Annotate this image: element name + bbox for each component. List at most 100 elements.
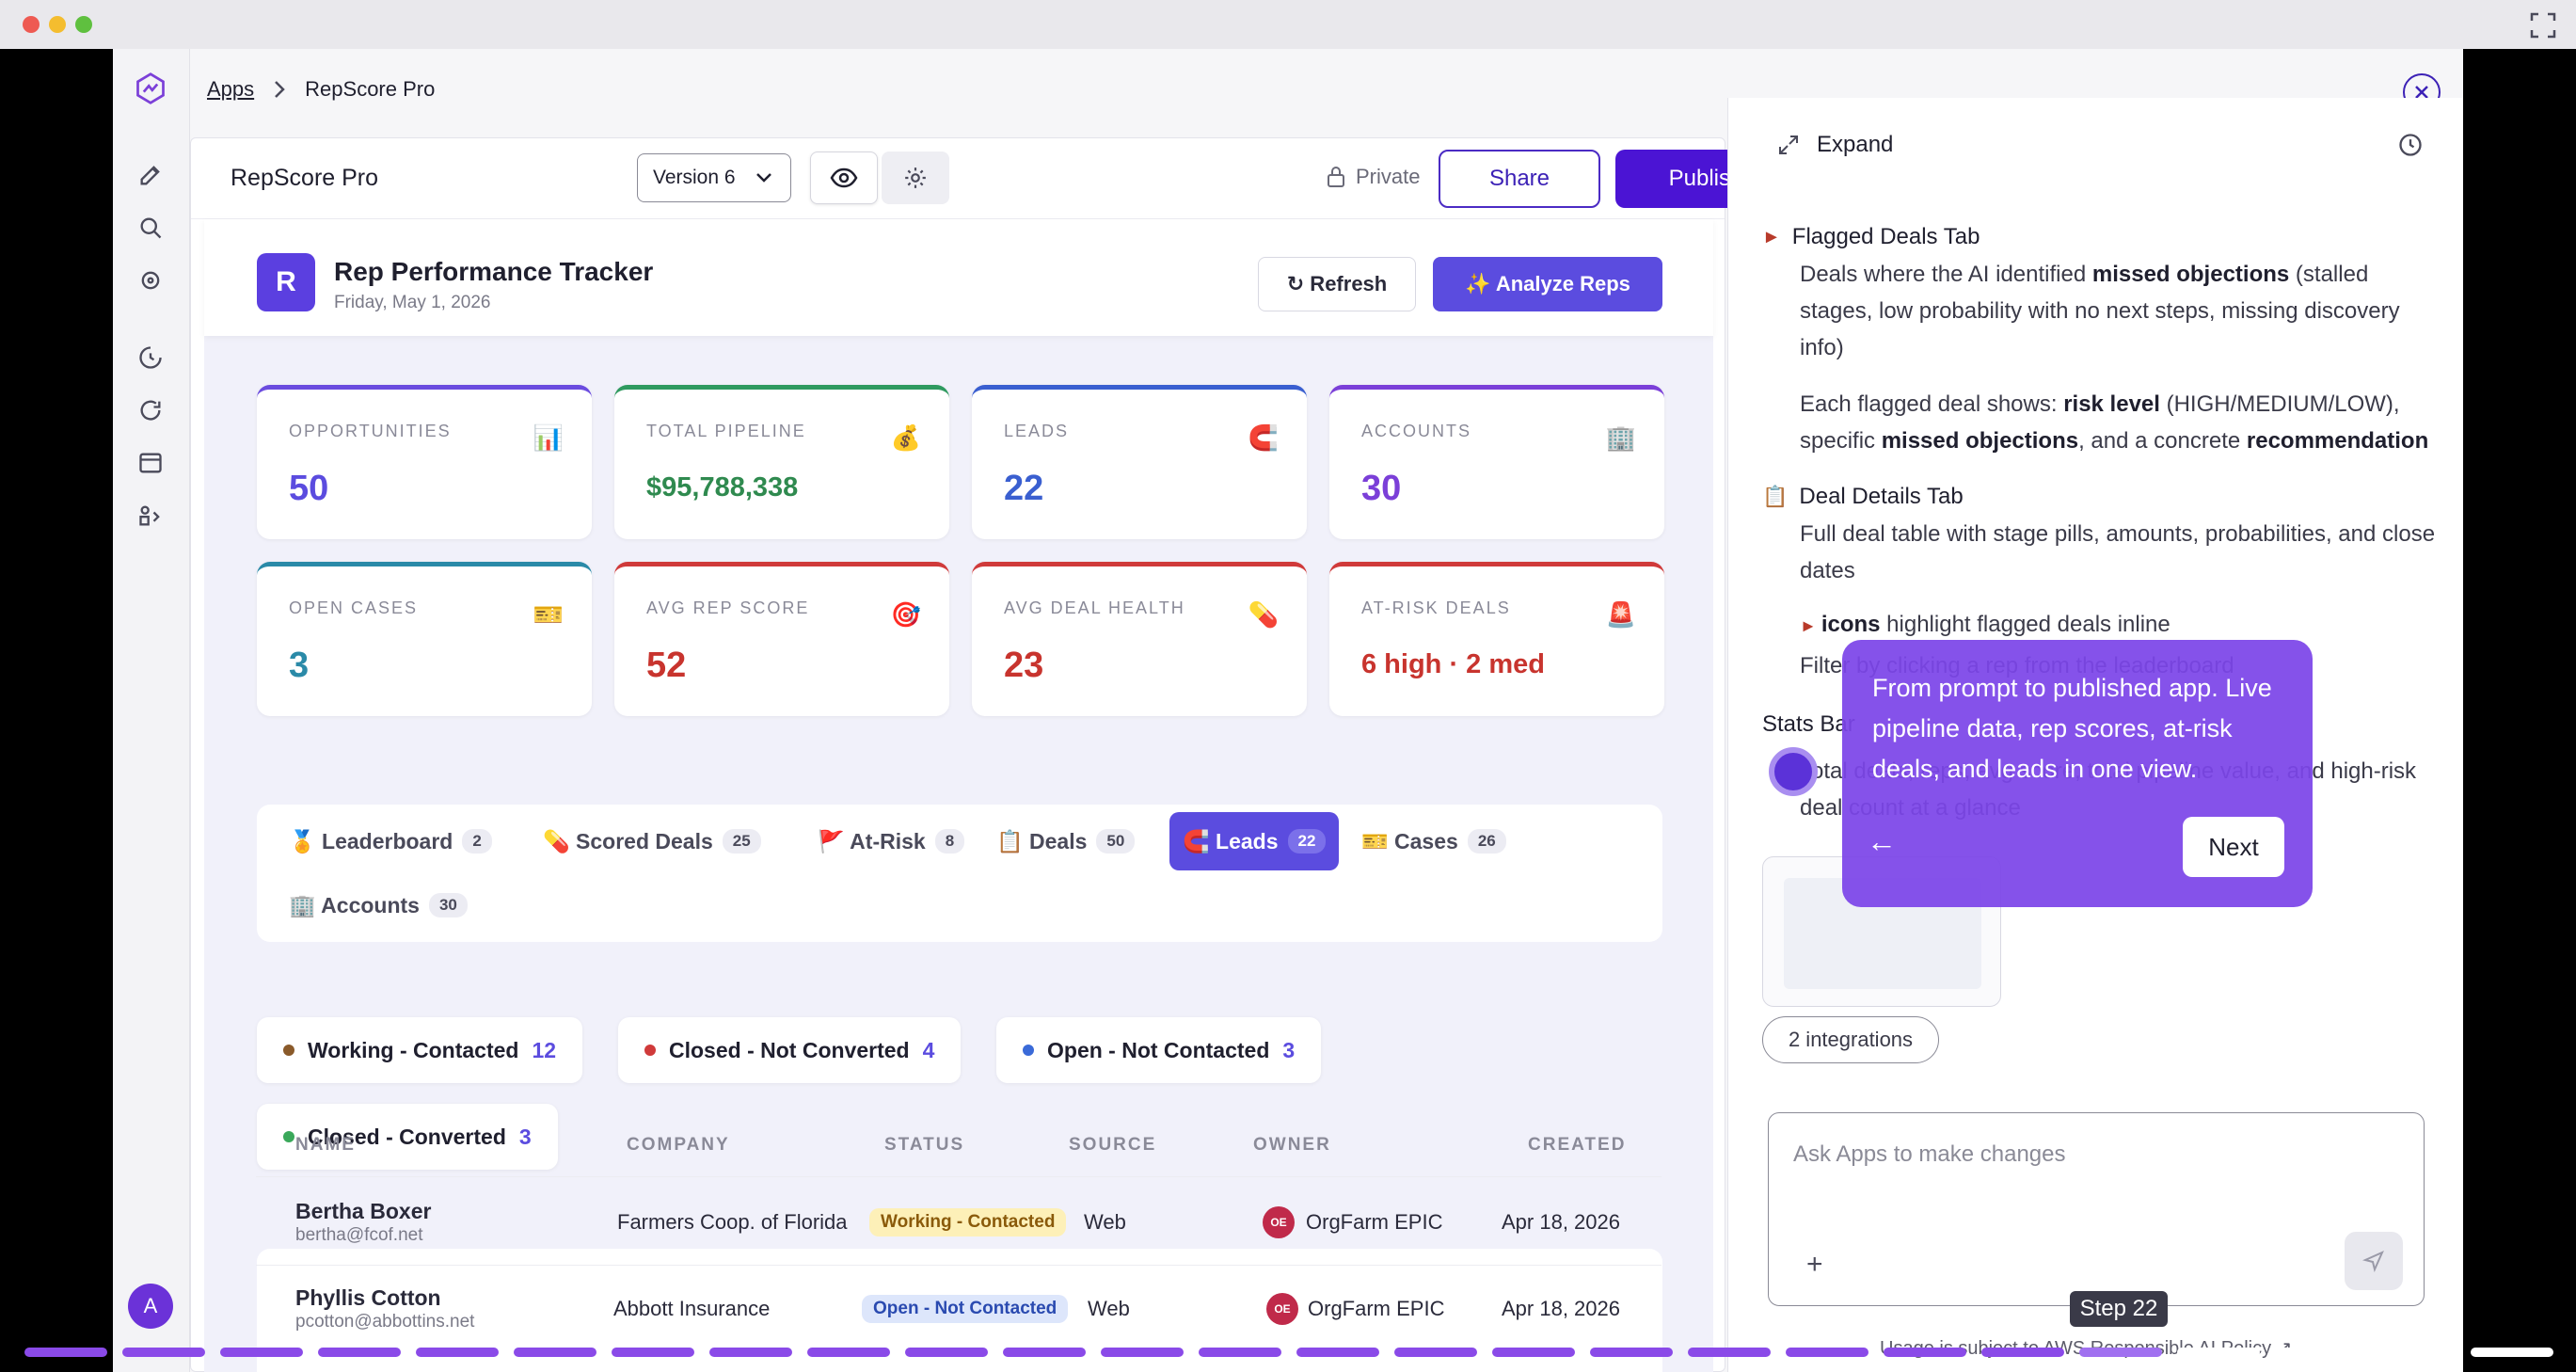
shapes-code-icon[interactable] [134, 499, 167, 533]
tour-hotspot[interactable] [1769, 747, 1818, 796]
tab-count: 2 [462, 829, 492, 854]
stat-card-opportunities[interactable]: OPPORTUNITIES 📊 50 [257, 385, 592, 539]
tab-leaderboard[interactable]: 🏅 Leaderboard 2 [276, 812, 505, 870]
tour-next-button[interactable]: Next [2183, 817, 2284, 877]
stats-bar-heading: Stats Bar [1762, 711, 1855, 738]
heading-text: Flagged Deals Tab [1791, 224, 1980, 249]
tab-leads[interactable]: 🧲 Leads 22 [1169, 812, 1340, 870]
text: highlight flagged deals inline [1880, 612, 2171, 637]
edit-icon[interactable] [134, 158, 167, 192]
col-header-owner[interactable]: OWNER [1253, 1135, 1331, 1156]
breadcrumb-apps-link[interactable]: Apps [207, 77, 254, 102]
share-button[interactable]: Share [1439, 150, 1600, 208]
stat-card-at-risk-deals[interactable]: AT-RISK DEALS 🚨 6 high · 2 med [1329, 562, 1664, 716]
chevron-down-icon [755, 173, 771, 183]
tab-deals[interactable]: 📋 Deals 50 [983, 812, 1148, 870]
send-button[interactable] [2345, 1232, 2403, 1290]
progress-segment [2177, 1348, 2260, 1357]
owner-avatar: OE [1263, 1206, 1295, 1238]
col-header-created[interactable]: CREATED [1528, 1135, 1626, 1156]
integrations-icon[interactable] [134, 263, 167, 297]
privacy-indicator[interactable]: Private [1326, 165, 1420, 189]
close-window-icon[interactable] [23, 16, 40, 33]
stat-card-open-cases[interactable]: OPEN CASES 🎫 3 [257, 562, 592, 716]
chat-input[interactable]: Ask Apps to make changes [1793, 1141, 2066, 1168]
search-icon[interactable] [134, 211, 167, 245]
flagged-description: Deals where the AI identified missed obj… [1800, 256, 2440, 366]
integrations-chip[interactable]: 2 integrations [1762, 1016, 1939, 1063]
progress-segment [416, 1348, 499, 1357]
stat-card-total-pipeline[interactable]: TOTAL PIPELINE 💰 $95,788,338 [614, 385, 949, 539]
status-filter-open-not-contacted[interactable]: Open - Not Contacted 3 [996, 1017, 1322, 1083]
tour-progress-bar [0, 1334, 2576, 1372]
version-select[interactable]: Version 6 [637, 153, 791, 202]
agent-icon[interactable] [134, 341, 167, 375]
stat-value: 22 [1004, 469, 1044, 508]
stat-label: OPPORTUNITIES [289, 422, 452, 440]
pill-count: 3 [518, 1124, 532, 1149]
zoom-window-icon[interactable] [75, 16, 92, 33]
analyze-reps-button[interactable]: ✨ Analyze Reps [1433, 257, 1662, 311]
eye-icon [830, 168, 858, 188]
left-backdrop [0, 49, 113, 1372]
refresh-button[interactable]: ↻ Refresh [1258, 257, 1416, 311]
lead-company: Farmers Coop. of Florida [617, 1210, 848, 1234]
stat-label: LEADS [1004, 422, 1070, 440]
progress-segment [514, 1348, 596, 1357]
col-header-name[interactable]: NAME [295, 1135, 356, 1156]
stat-label: OPEN CASES [289, 598, 419, 617]
col-header-source[interactable]: SOURCE [1069, 1135, 1156, 1156]
stat-value: 23 [1004, 646, 1044, 685]
browser-icon[interactable] [134, 446, 167, 480]
tab-cases[interactable]: 🎫 Cases 26 [1348, 812, 1519, 870]
refresh-flow-icon[interactable] [134, 393, 167, 427]
tab-count: 30 [428, 893, 468, 917]
stat-card-leads[interactable]: LEADS 🧲 22 [972, 385, 1307, 539]
stat-label: AVG DEAL HEALTH [1004, 598, 1185, 617]
details-icons-note: ► icons highlight flagged deals inline [1800, 606, 2440, 645]
add-attachment-button[interactable]: + [1806, 1249, 1823, 1281]
text-bold: risk level [2063, 391, 2160, 417]
gear-icon [905, 168, 926, 188]
col-header-status[interactable]: STATUS [884, 1135, 964, 1156]
preview-button[interactable] [810, 152, 878, 204]
tabs-bar: 🏅 Leaderboard 2 💊 Scored Deals 25 🚩 At-R… [257, 805, 1662, 942]
tracker-date: Friday, May 1, 2026 [334, 293, 491, 312]
stat-card-avg-rep-score[interactable]: AVG REP SCORE 🎯 52 [614, 562, 949, 716]
stat-card-accounts[interactable]: ACCOUNTS 🏢 30 [1329, 385, 1664, 539]
heading-text: Stats Bar [1762, 711, 1855, 737]
progress-segment [1394, 1348, 1477, 1357]
red-flag-icon: ► [1800, 616, 1821, 635]
tracker-badge: R [257, 253, 315, 311]
user-avatar[interactable]: A [128, 1284, 173, 1329]
app-toolbar: RepScore Pro Version 6 Private Share Pub… [191, 138, 1796, 219]
tab-label: 🚩 At-Risk [818, 828, 926, 854]
status-filter-closed-not-converted[interactable]: Closed - Not Converted 4 [618, 1017, 962, 1083]
right-backdrop [2463, 49, 2576, 1372]
flagged-deals-heading: ► Flagged Deals Tab [1762, 224, 1980, 250]
tab-accounts[interactable]: 🏢 Accounts 30 [276, 876, 481, 934]
status-filter-working-contacted[interactable]: Working - Contacted 12 [257, 1017, 583, 1083]
stat-card-avg-deal-health[interactable]: AVG DEAL HEALTH 💊 23 [972, 562, 1307, 716]
details-description: Full deal table with stage pills, amount… [1800, 521, 2436, 583]
sidebar: A [113, 49, 190, 1372]
chat-input-box[interactable]: Ask Apps to make changes + [1768, 1112, 2425, 1306]
col-header-company[interactable]: COMPANY [627, 1135, 730, 1156]
send-icon [2362, 1251, 2384, 1272]
siren-icon: 🚨 [1605, 600, 1636, 629]
expand-button[interactable]: Expand [1777, 132, 1893, 158]
pill-count: 12 [532, 1037, 557, 1062]
progress-segment [1296, 1348, 1379, 1357]
owner-avatar: OE [1266, 1293, 1298, 1325]
progress-segment [24, 1348, 107, 1357]
tab-at-risk[interactable]: 🚩 At-Risk 8 [804, 812, 978, 870]
tour-back-button[interactable]: ← [1867, 824, 1897, 859]
history-icon[interactable] [2397, 132, 2424, 158]
minimize-window-icon[interactable] [49, 16, 66, 33]
lead-created: Apr 18, 2026 [1502, 1297, 1620, 1320]
logo-icon[interactable] [134, 72, 167, 105]
settings-button[interactable] [882, 152, 949, 204]
tab-scored-deals[interactable]: 💊 Scored Deals 25 [530, 812, 774, 870]
fullscreen-icon[interactable] [2529, 11, 2557, 40]
tour-tooltip: From prompt to published app. Live pipel… [1842, 640, 2313, 907]
